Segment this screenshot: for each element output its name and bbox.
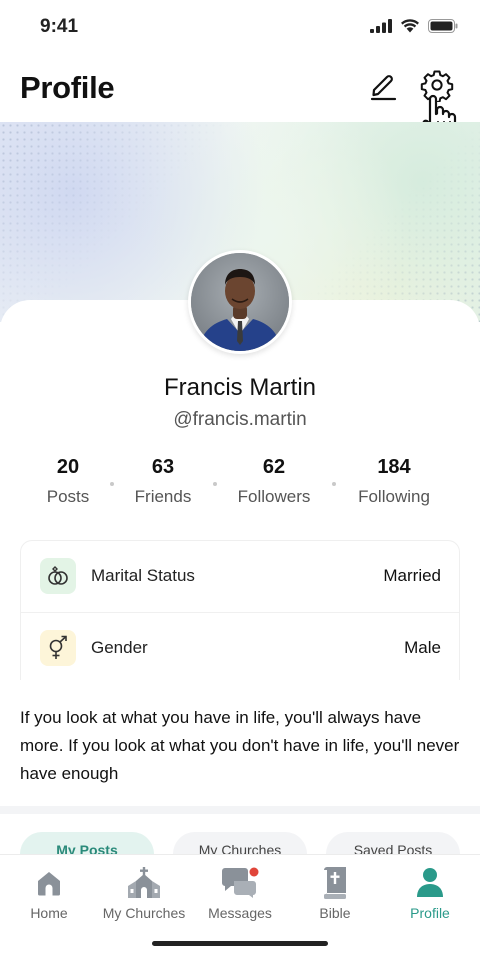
- stat-friends[interactable]: 63 Friends: [108, 456, 218, 507]
- home-indicator: [152, 941, 328, 946]
- page-title: Profile: [20, 70, 115, 105]
- rings-icon: [40, 558, 76, 594]
- gender-icon: [40, 630, 76, 666]
- info-label: Gender: [91, 638, 148, 657]
- stat-value: 20: [56, 456, 80, 478]
- stat-following[interactable]: 184 Following: [339, 456, 449, 507]
- tab-saved-posts[interactable]: Saved Posts: [326, 832, 460, 854]
- nav-label: Messages: [208, 905, 272, 921]
- stat-label: Friends: [134, 487, 192, 506]
- signal-icon: [370, 18, 392, 33]
- section-divider: [0, 806, 480, 814]
- status-bar: 9:41: [0, 0, 480, 56]
- nav-item-bible[interactable]: Bible: [287, 865, 383, 921]
- battery-icon: [428, 18, 458, 33]
- nav-label: Home: [30, 905, 68, 921]
- stat-label: Followers: [237, 487, 311, 506]
- stat-separator: [332, 482, 336, 486]
- avatar[interactable]: [188, 250, 292, 354]
- stat-posts[interactable]: 20 Posts: [13, 456, 123, 507]
- nav-item-profile[interactable]: Profile: [382, 865, 478, 921]
- profile-stats: 20 Posts 63 Friends 62 Followers 184 Fol…: [0, 456, 480, 516]
- avatar-photo: [191, 253, 289, 351]
- tab-my-churches[interactable]: My Churches: [173, 832, 307, 854]
- wifi-icon: [401, 19, 419, 33]
- nav-item-messages[interactable]: Messages: [192, 865, 288, 921]
- pencil-icon: [370, 75, 397, 101]
- stat-label: Posts: [46, 487, 90, 506]
- nav-item-my-churches[interactable]: My Churches: [96, 865, 192, 921]
- messages-icon: [220, 865, 260, 901]
- tab-my-posts[interactable]: My Posts: [20, 832, 154, 854]
- info-row-gender: Gender Male: [21, 613, 459, 680]
- profile-handle: @francis.martin: [173, 409, 307, 430]
- stat-separator: [213, 482, 217, 486]
- profile-name: Francis Martin: [163, 374, 317, 401]
- info-label: Marital Status: [91, 566, 195, 585]
- stat-followers[interactable]: 62 Followers: [219, 456, 329, 507]
- nav-label: My Churches: [102, 905, 186, 921]
- stat-value: 63: [151, 456, 175, 478]
- edit-profile-button[interactable]: [366, 68, 400, 102]
- status-time: 9:41: [40, 16, 79, 37]
- home-icon: [29, 865, 69, 901]
- nav-item-home[interactable]: Home: [1, 865, 97, 921]
- header: Profile: [0, 56, 480, 120]
- bottom-navigation: Home My Churches Messages Bible Profile: [0, 854, 480, 960]
- church-icon: [124, 865, 164, 901]
- info-row-marital-status: Marital Status Married: [21, 541, 459, 613]
- status-icons: [370, 18, 458, 33]
- profile-tabs: My Posts My Churches Saved Posts: [0, 814, 480, 854]
- profile-bio: If you look at what you have in life, yo…: [20, 708, 460, 783]
- profile-icon: [410, 865, 450, 901]
- profile-info-list: Marital Status Married Gender Male: [20, 540, 460, 680]
- info-value: Married: [383, 566, 441, 585]
- info-value: Male: [404, 638, 441, 657]
- nav-label: Bible: [319, 905, 351, 921]
- nav-label: Profile: [410, 905, 450, 921]
- stat-label: Following: [358, 487, 430, 506]
- stat-value: 62: [262, 456, 286, 478]
- stat-value: 184: [377, 456, 411, 478]
- bible-icon: [315, 865, 355, 901]
